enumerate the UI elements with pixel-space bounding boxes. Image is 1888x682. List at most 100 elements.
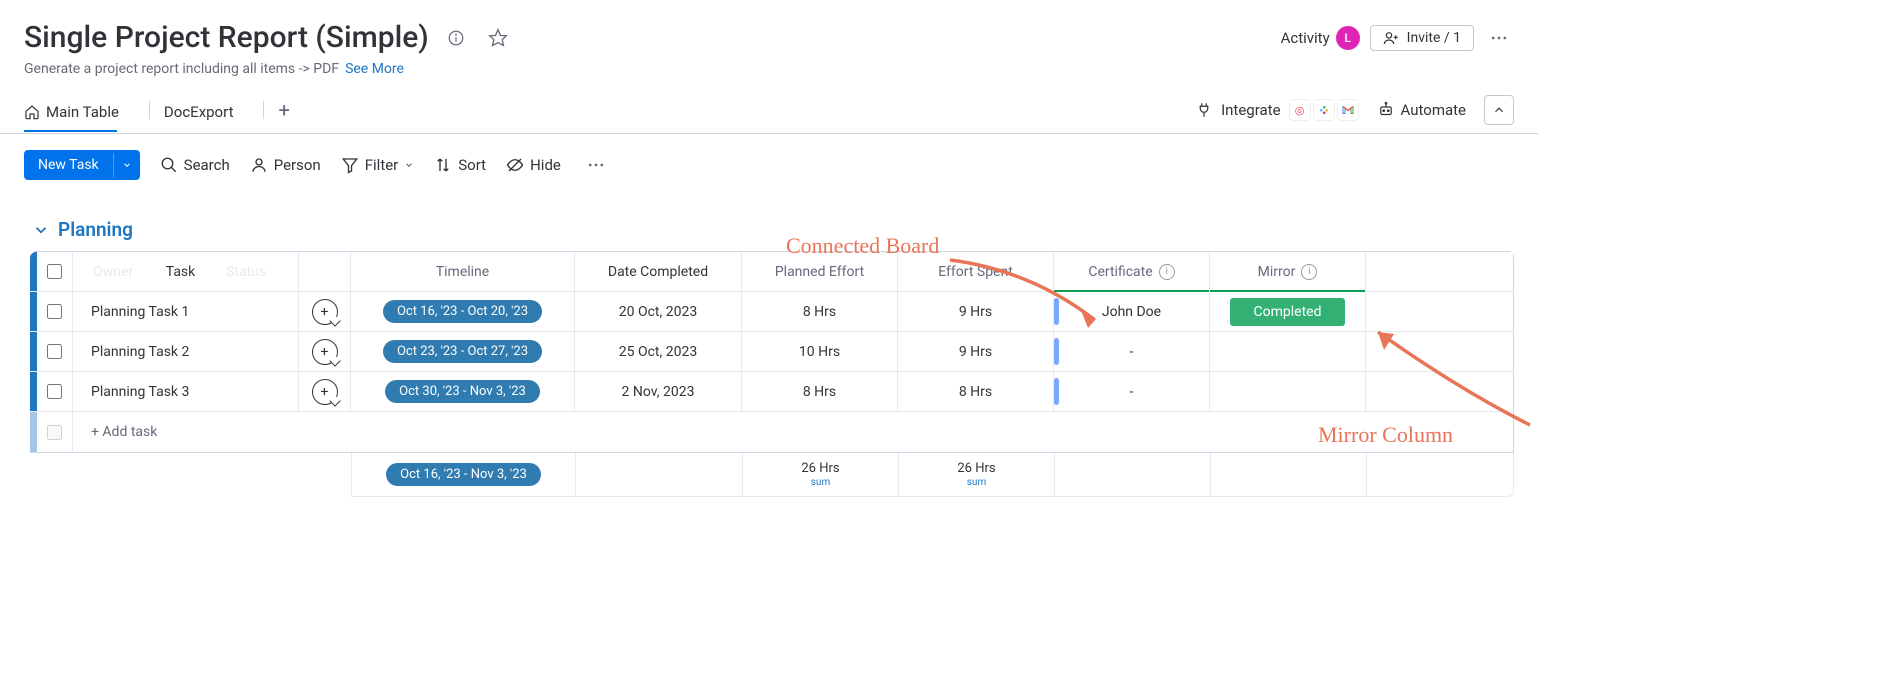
footer-planned: 26 Hrs sum <box>743 453 899 496</box>
group-title: Planning <box>58 218 133 241</box>
avatar: L <box>1336 26 1360 50</box>
table-header-row: Owner Task Status Timeline Date Complete… <box>30 252 1513 292</box>
collapse-button[interactable] <box>1484 95 1514 125</box>
hide-button[interactable]: Hide <box>506 156 561 174</box>
mirror-cell[interactable]: Completed <box>1210 292 1366 331</box>
see-more-link[interactable]: See More <box>345 61 404 77</box>
row-checkbox[interactable] <box>37 292 73 331</box>
add-conversation-icon: + <box>312 299 338 325</box>
filter-icon <box>341 156 359 174</box>
add-task-label[interactable]: + Add task <box>73 412 1513 452</box>
ghost-status: Status <box>226 264 266 280</box>
date-cell[interactable]: 20 Oct, 2023 <box>575 292 742 331</box>
add-tab-button[interactable]: + <box>278 98 289 130</box>
new-task-dropdown[interactable] <box>113 153 140 177</box>
person-filter-button[interactable]: Person <box>250 156 321 174</box>
search-button[interactable]: Search <box>160 156 230 174</box>
chevron-down-icon <box>32 221 50 239</box>
star-icon[interactable] <box>483 23 513 53</box>
automate-button[interactable]: Automate <box>1377 101 1466 119</box>
sort-label: Sort <box>458 156 486 174</box>
mirror-cell[interactable] <box>1210 332 1366 371</box>
person-icon <box>250 156 268 174</box>
group-footer: Oct 16, '23 - Nov 3, '23 26 Hrs sum 26 H… <box>30 453 1514 497</box>
group-table: Owner Task Status Timeline Date Complete… <box>30 251 1514 453</box>
tab-label: DocExport <box>164 103 234 121</box>
conversation-button[interactable]: + <box>299 332 351 371</box>
add-task-row[interactable]: + Add task <box>30 412 1513 452</box>
hide-icon <box>506 156 524 174</box>
footer-timeline: Oct 16, '23 - Nov 3, '23 <box>352 453 576 496</box>
integrate-button[interactable]: Integrate ◎ <box>1195 99 1358 121</box>
col-planned[interactable]: Planned Effort <box>742 252 898 291</box>
timeline-cell[interactable]: Oct 16, '23 - Oct 20, '23 <box>351 292 575 331</box>
spent-cell[interactable]: 8 Hrs <box>898 372 1054 411</box>
col-certificate[interactable]: Certificate i <box>1054 252 1210 291</box>
tab-main-table[interactable]: Main Table <box>24 97 131 131</box>
plug-icon <box>1195 101 1213 119</box>
filter-label: Filter <box>365 156 399 174</box>
mirror-cell[interactable] <box>1210 372 1366 411</box>
certificate-cell[interactable]: John Doe <box>1054 292 1210 331</box>
activity-label: Activity <box>1281 29 1330 47</box>
certificate-cell[interactable]: - <box>1054 372 1210 411</box>
chevron-up-icon <box>1492 103 1506 117</box>
date-cell[interactable]: 25 Oct, 2023 <box>575 332 742 371</box>
add-conversation-icon: + <box>312 379 338 405</box>
tab-separator <box>149 101 150 119</box>
page-title: Single Project Report (Simple) <box>24 20 429 55</box>
footer-spent: 26 Hrs sum <box>899 453 1055 496</box>
row-checkbox[interactable] <box>37 332 73 371</box>
conversation-button[interactable]: + <box>299 372 351 411</box>
integration-icons: ◎ <box>1289 99 1359 121</box>
planned-cell[interactable]: 10 Hrs <box>742 332 898 371</box>
timeline-cell[interactable]: Oct 30, '23 - Nov 3, '23 <box>351 372 575 411</box>
filter-button[interactable]: Filter <box>341 156 415 174</box>
add-conversation-icon: + <box>312 339 338 365</box>
spent-cell[interactable]: 9 Hrs <box>898 332 1054 371</box>
col-mirror[interactable]: Mirror i <box>1210 252 1366 291</box>
conversation-button[interactable]: + <box>299 292 351 331</box>
col-timeline[interactable]: Timeline <box>351 252 575 291</box>
date-cell[interactable]: 2 Nov, 2023 <box>575 372 742 411</box>
more-tools-icon[interactable] <box>581 150 611 180</box>
activity-button[interactable]: Activity L <box>1281 26 1360 50</box>
planned-cell[interactable]: 8 Hrs <box>742 372 898 411</box>
task-name-cell[interactable]: Planning Task 2 <box>73 332 299 371</box>
spent-cell[interactable]: 9 Hrs <box>898 292 1054 331</box>
subtitle: Generate a project report including all … <box>24 61 339 77</box>
planned-cell[interactable]: 8 Hrs <box>742 292 898 331</box>
invite-button[interactable]: Invite / 1 <box>1370 25 1474 51</box>
hide-label: Hide <box>530 156 561 174</box>
automate-label: Automate <box>1401 101 1466 119</box>
col-task-label: Task <box>166 264 196 280</box>
row-checkbox <box>37 412 73 452</box>
info-icon[interactable]: i <box>1159 264 1175 280</box>
info-icon[interactable]: i <box>1301 264 1317 280</box>
chevron-down-icon <box>122 160 132 170</box>
ghost-owner: Owner <box>93 264 133 280</box>
timeline-cell[interactable]: Oct 23, '23 - Oct 27, '23 <box>351 332 575 371</box>
table-row: Planning Task 1 + Oct 16, '23 - Oct 20, … <box>30 292 1513 332</box>
certificate-cell[interactable]: - <box>1054 332 1210 371</box>
invite-label: Invite / 1 <box>1407 30 1461 46</box>
info-icon[interactable] <box>441 23 471 53</box>
col-task[interactable]: Owner Task Status <box>73 252 299 291</box>
task-name-cell[interactable]: Planning Task 3 <box>73 372 299 411</box>
sort-button[interactable]: Sort <box>434 156 486 174</box>
task-name-cell[interactable]: Planning Task 1 <box>73 292 299 331</box>
col-spent[interactable]: Effort Spent <box>898 252 1054 291</box>
more-icon[interactable] <box>1484 23 1514 53</box>
search-icon <box>160 156 178 174</box>
robot-icon <box>1377 101 1395 119</box>
col-date[interactable]: Date Completed <box>575 252 742 291</box>
group-header[interactable]: Planning <box>32 218 1514 241</box>
new-task-button[interactable]: New Task <box>24 150 140 180</box>
select-all-checkbox[interactable] <box>37 252 73 291</box>
row-checkbox[interactable] <box>37 372 73 411</box>
tab-docexport[interactable]: DocExport <box>164 97 246 131</box>
table-row: Planning Task 3 + Oct 30, '23 - Nov 3, '… <box>30 372 1513 412</box>
person-label: Person <box>274 156 321 174</box>
sort-icon <box>434 156 452 174</box>
slack-icon <box>1313 99 1335 121</box>
